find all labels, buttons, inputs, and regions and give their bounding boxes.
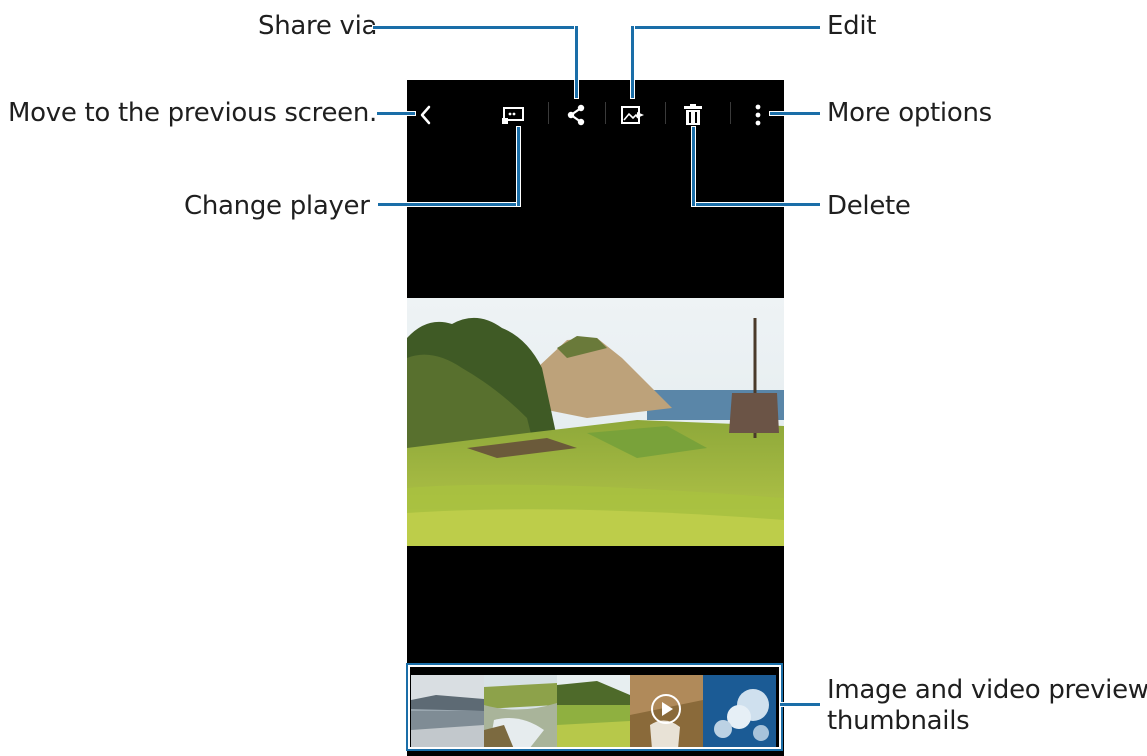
gallery-viewer-screen (407, 80, 784, 756)
callout-line (517, 127, 520, 206)
callout-line (631, 26, 820, 29)
callout-thumbnails-line2: thumbnails (827, 706, 970, 737)
more-options-button[interactable] (743, 80, 773, 150)
callout-line (780, 703, 820, 706)
callout-line (770, 112, 820, 115)
back-button[interactable] (407, 80, 445, 150)
delete-icon (684, 104, 702, 125)
action-bar-divider (605, 102, 606, 124)
landscape-photo-image (407, 298, 784, 546)
callout-line (692, 127, 695, 206)
callout-line (373, 26, 578, 29)
change-player-button[interactable] (495, 80, 531, 150)
callout-line (631, 26, 634, 98)
callout-line (378, 203, 520, 206)
edit-icon (621, 106, 644, 124)
callout-back: Move to the previous screen. (8, 98, 378, 128)
callout-thumbnails: Image and video preview thumbnails (827, 675, 1147, 737)
callout-share-via: Share via (258, 11, 378, 41)
callout-change-player: Change player (184, 191, 370, 221)
action-bar-divider (730, 102, 731, 124)
callout-delete: Delete (827, 191, 911, 221)
callout-edit: Edit (827, 11, 877, 41)
thumbnail-strip-highlight (408, 665, 781, 749)
change-player-icon (502, 107, 524, 124)
action-bar-divider (665, 102, 666, 124)
action-bar (407, 80, 784, 150)
callout-line (692, 203, 820, 206)
back-icon (420, 105, 431, 125)
callout-thumbnails-line1: Image and video preview (827, 675, 1147, 705)
main-photo[interactable] (407, 298, 784, 546)
share-icon (567, 104, 585, 126)
more-options-icon (755, 104, 761, 126)
callout-line (575, 26, 578, 98)
callout-more-options: More options (827, 98, 992, 128)
callout-line (377, 112, 415, 115)
action-bar-divider (548, 102, 549, 124)
